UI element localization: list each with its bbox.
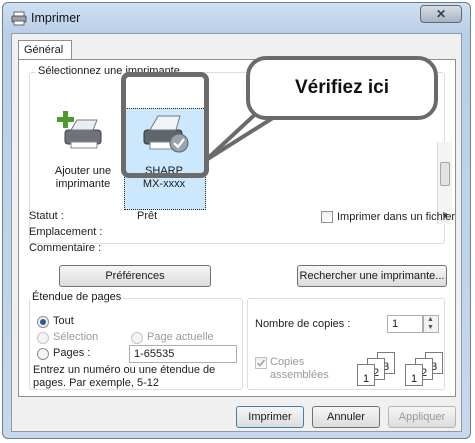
tab-general[interactable]: Général bbox=[18, 40, 72, 60]
cancel-button[interactable]: Annuler bbox=[312, 406, 380, 428]
collate-label-line2: assemblées bbox=[270, 369, 329, 381]
pages-radio[interactable] bbox=[37, 348, 49, 360]
status-label: Statut : bbox=[29, 210, 64, 222]
printer-name-line2: imprimante bbox=[55, 178, 111, 190]
preferences-button[interactable]: Préférences bbox=[59, 265, 211, 287]
add-printer-icon bbox=[57, 111, 102, 149]
current-page-radio[interactable] bbox=[131, 332, 143, 344]
collate-page: 1 bbox=[405, 364, 423, 386]
page-range-help-line1: Entrez un numéro ou une étendue de bbox=[33, 364, 216, 376]
printer-icon bbox=[11, 11, 27, 26]
selection-radio[interactable] bbox=[37, 332, 49, 344]
pages-label: Pages : bbox=[53, 347, 91, 359]
close-button[interactable]: ✕ bbox=[420, 5, 462, 23]
printer-item-add[interactable]: Ajouter une imprimante bbox=[45, 108, 121, 191]
copies-spinner[interactable]: ▲ ▼ bbox=[423, 315, 439, 333]
apply-button[interactable]: Appliquer bbox=[388, 406, 456, 428]
close-icon: ✕ bbox=[435, 7, 447, 21]
checkmark-icon bbox=[256, 359, 266, 367]
copies-label: Nombre de copies : bbox=[255, 318, 351, 330]
all-pages-label: Tout bbox=[53, 315, 74, 327]
callout-text: Vérifiez ici bbox=[295, 77, 389, 98]
comment-label: Commentaire : bbox=[29, 242, 102, 254]
collate-stack-1: 3 2 1 bbox=[349, 352, 399, 388]
printer-name-line1: Ajouter une bbox=[54, 165, 112, 177]
page-range-label: Étendue de pages bbox=[30, 291, 124, 303]
print-to-file-checkbox[interactable] bbox=[321, 211, 333, 223]
selection-label: Sélection bbox=[53, 331, 99, 343]
find-printer-button[interactable]: Rechercher une imprimante... bbox=[297, 265, 447, 287]
print-to-file-label: Imprimer dans un fichier bbox=[337, 211, 455, 223]
scrollbar-thumb[interactable] bbox=[440, 162, 450, 186]
window-title: Imprimer bbox=[31, 11, 81, 25]
pages-input[interactable]: 1-65535 bbox=[129, 345, 237, 363]
collate-stack-2: 3 2 1 bbox=[397, 352, 447, 388]
status-value: Prêt bbox=[137, 210, 158, 222]
current-page-label: Page actuelle bbox=[147, 331, 214, 343]
location-label: Emplacement : bbox=[29, 226, 103, 238]
print-button[interactable]: Imprimer bbox=[236, 406, 304, 428]
page-range-help-line2: pages. Par exemple, 5-12 bbox=[33, 377, 159, 389]
collate-label-line1: Copies bbox=[270, 356, 305, 368]
spin-up-icon[interactable]: ▲ bbox=[427, 316, 434, 323]
collate-checkbox[interactable] bbox=[255, 357, 267, 369]
spin-down-icon[interactable]: ▼ bbox=[427, 324, 434, 331]
collate-page: 1 bbox=[357, 364, 375, 386]
callout-check-here: Vérifiez ici bbox=[246, 56, 438, 120]
all-pages-radio[interactable] bbox=[37, 316, 49, 328]
printer-name-line2: MX-xxxx bbox=[142, 178, 186, 190]
title-bar[interactable]: Imprimer ✕ bbox=[3, 3, 470, 33]
copies-input[interactable]: 1 bbox=[387, 315, 423, 333]
highlight-frame bbox=[121, 72, 209, 178]
